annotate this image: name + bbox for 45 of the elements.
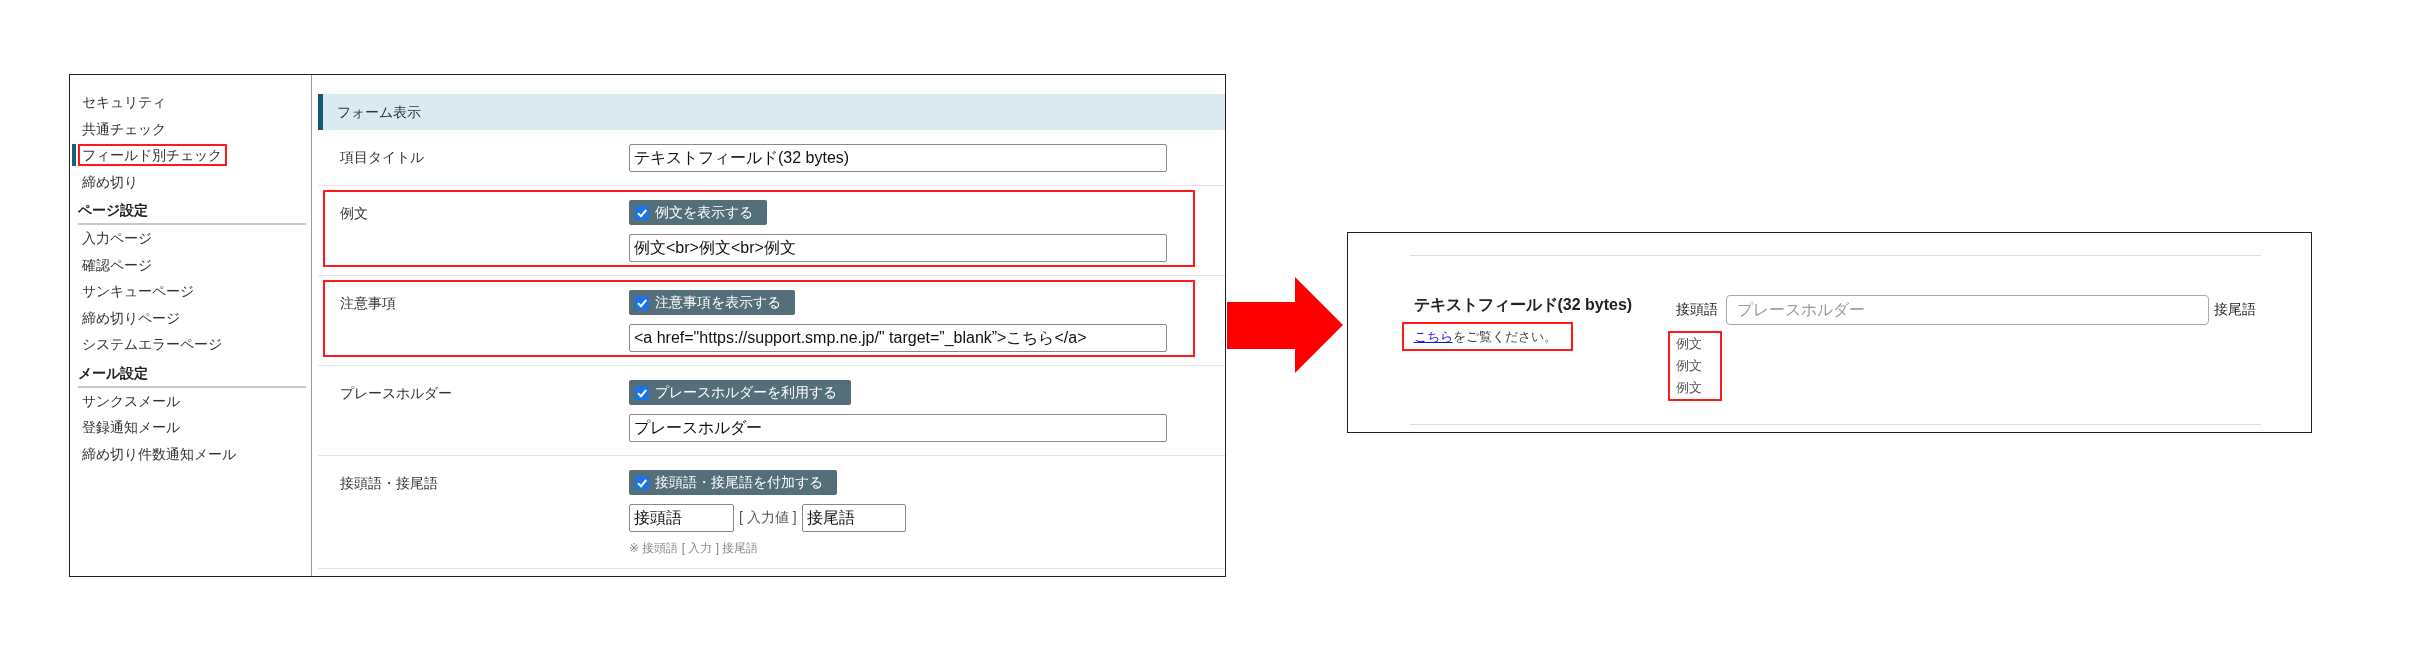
- separator-text: [ 入力値 ]: [739, 509, 797, 527]
- example-text: 例文: [1675, 334, 1702, 353]
- field-label: 項目タイトル: [340, 148, 425, 167]
- text-input[interactable]: 例文<br>例文<br>例文: [629, 234, 1167, 262]
- nav-link[interactable]: 確認ページ: [78, 253, 157, 276]
- example-text: 例文: [1675, 378, 1702, 397]
- prefix-input[interactable]: 接頭語: [629, 504, 734, 532]
- checkbox[interactable]: [635, 385, 649, 400]
- nav-link[interactable]: 締め切りページ: [78, 306, 185, 329]
- nav-link[interactable]: 共通チェック: [78, 117, 171, 140]
- nav-link[interactable]: システムエラーページ: [78, 333, 227, 356]
- text-input[interactable]: <a href="https://support.smp.ne.jp/" target=”_blank”>こちら</a>: [629, 324, 1167, 352]
- checkbox[interactable]: [635, 205, 649, 220]
- example-text: 例文: [1675, 356, 1702, 375]
- text-input[interactable]: プレースホルダー: [629, 414, 1167, 442]
- nav-link[interactable]: フィールド別チェック: [78, 144, 227, 167]
- section-heading: メール設定: [78, 359, 306, 388]
- nav-link[interactable]: セキュリティ: [78, 91, 171, 114]
- checkbox[interactable]: [635, 295, 649, 310]
- field-label: 例文: [340, 204, 369, 223]
- prefix-label: 接頭語: [1675, 300, 1718, 319]
- field-label: 注意事項: [340, 294, 397, 313]
- field-label: 接頭語・接尾語: [340, 474, 439, 493]
- field-title: テキストフィールド(32 bytes): [1412, 294, 1633, 315]
- checkbox-button[interactable]: プレースホルダーを利用する: [629, 380, 851, 405]
- help-note: こちら をご覧ください。: [1401, 321, 1573, 351]
- help-link[interactable]: こちら: [1413, 328, 1453, 344]
- nav-link[interactable]: 登録通知メール: [78, 416, 185, 439]
- hint-text: ※ 接頭語 [ 入力 ] 接尾語: [629, 541, 759, 555]
- checkbox-button[interactable]: 例文を表示する: [629, 200, 767, 225]
- nav-link[interactable]: サンキューページ: [78, 280, 199, 303]
- text-input[interactable]: プレースホルダー: [1725, 294, 2209, 325]
- checkbox-button[interactable]: 注意事項を表示する: [629, 290, 795, 315]
- suffix-label: 接尾語: [2213, 300, 2256, 319]
- suffix-input[interactable]: 接尾語: [801, 504, 906, 532]
- field-label: プレースホルダー: [340, 384, 453, 403]
- section-header: フォーム表示: [318, 94, 1225, 130]
- section-heading: ページ設定: [78, 197, 306, 225]
- nav-link[interactable]: サンクスメール: [78, 389, 185, 412]
- nav-link[interactable]: 入力ページ: [78, 227, 157, 250]
- nav-link[interactable]: 締め切り: [78, 170, 143, 193]
- nav-link[interactable]: 締め切り件数通知メール: [78, 442, 241, 465]
- text-input[interactable]: テキストフィールド(32 bytes): [629, 144, 1167, 172]
- checkbox-button[interactable]: 接頭語・接尾語を付加する: [629, 470, 837, 495]
- checkbox[interactable]: [635, 475, 649, 490]
